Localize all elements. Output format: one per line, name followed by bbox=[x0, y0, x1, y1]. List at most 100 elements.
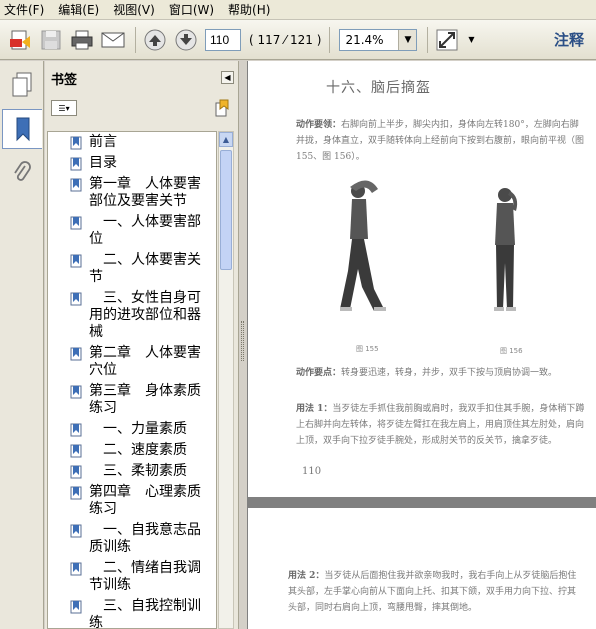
document-view[interactable]: 十六、脑后摘盔 动作要领：右脚向前上半步，脚尖内扣，身体向左转180°，左脚向右… bbox=[247, 61, 596, 629]
bookmark-label: 二、人体要害关节 bbox=[89, 252, 201, 285]
key-points-text: 转身要迅速，转身，并步，双手下按与顶肩协调一致。 bbox=[341, 368, 558, 378]
bookmarks-header: 书签 ◀ bbox=[45, 61, 238, 95]
usage-1-text: 当歹徒左手抓住我前胸或肩时，我双手扣住其手腕，身体稍下蹲上右脚并向左转体，将歹徒… bbox=[296, 404, 585, 446]
usage-2-label: 用法 2： bbox=[288, 571, 325, 581]
bookmark-item[interactable]: 三、自我控制训练 bbox=[48, 596, 216, 628]
bookmark-label: 二、速度素质 bbox=[89, 442, 187, 458]
bookmark-label: 一、自我意志品质训练 bbox=[89, 522, 201, 555]
bookmark-item[interactable]: 目录 bbox=[48, 153, 216, 174]
bookmark-item[interactable]: 三、女性自身可用的进攻部位和器械 bbox=[48, 288, 216, 343]
section-title: 十六、脑后摘盔 bbox=[326, 80, 431, 96]
print-button[interactable] bbox=[68, 26, 96, 54]
bookmark-icon bbox=[70, 136, 82, 150]
save-icon bbox=[41, 30, 61, 49]
bookmark-item[interactable]: 二、人体要害关节 bbox=[48, 250, 216, 288]
tab-pages[interactable] bbox=[2, 65, 42, 105]
bookmark-icon bbox=[70, 292, 82, 306]
previous-page-button[interactable] bbox=[141, 26, 169, 54]
scroll-up-icon[interactable]: ▲ bbox=[219, 132, 233, 147]
tab-attachments[interactable] bbox=[2, 153, 42, 193]
bookmark-icon bbox=[70, 216, 82, 230]
page-number: 110 bbox=[302, 466, 322, 477]
navigation-tab-strip bbox=[0, 61, 44, 629]
create-pdf-button[interactable] bbox=[6, 26, 34, 54]
figure-155-caption: 图 155 bbox=[356, 345, 379, 353]
toolbar: ( 117 ⁄ 121 ) 21.4% ▼ ▼ 注释 bbox=[0, 20, 596, 60]
collapse-panel-icon[interactable]: ◀ bbox=[221, 71, 234, 84]
bookmark-label: 一、力量素质 bbox=[89, 421, 187, 437]
bookmark-item[interactable]: 第三章 身体素质练习 bbox=[48, 381, 216, 419]
bookmark-item[interactable]: 二、速度素质 bbox=[48, 440, 216, 461]
bookmarks-panel: 书签 ◀ ☰▾ 前言目录 第一章 人体要害部位及要害关节 一、人体要害部位 二、人… bbox=[45, 61, 238, 629]
menu-edit[interactable]: 编辑(E) bbox=[58, 1, 99, 18]
next-page-button[interactable] bbox=[172, 26, 200, 54]
zoom-value: 21.4% bbox=[345, 32, 384, 47]
bookmark-item[interactable]: 第一章 人体要害部位及要害关节 bbox=[48, 174, 216, 212]
figure-156-caption: 图 156 bbox=[500, 347, 523, 355]
page-count: ( 117 ⁄ 121 ) bbox=[249, 32, 322, 47]
menu-window[interactable]: 窗口(W) bbox=[169, 1, 214, 18]
menu-view[interactable]: 视图(V) bbox=[113, 1, 155, 18]
arrow-down-circle-icon bbox=[175, 29, 197, 50]
bookmark-item[interactable]: 前言 bbox=[48, 132, 216, 153]
bookmark-icon bbox=[70, 486, 82, 500]
bookmark-label: 第四章 心理素质练习 bbox=[89, 484, 201, 517]
bookmark-item[interactable]: 第四章 心理素质练习 bbox=[48, 482, 216, 520]
bookmark-icon bbox=[70, 562, 82, 576]
bookmark-label: 前言 bbox=[89, 134, 117, 150]
pdf-page: 用法 2：当歹徒从后面抱住我并欲亲吻我时，我右手向上从歹徒脑后抱住其头部，左手掌… bbox=[248, 508, 596, 629]
bookmark-item[interactable]: 二、情绪自我调节训练 bbox=[48, 558, 216, 596]
tab-bookmarks[interactable] bbox=[2, 109, 42, 149]
page-number-input[interactable] bbox=[205, 28, 241, 51]
bookmark-icon bbox=[70, 524, 82, 538]
expand-bookmark-icon bbox=[215, 99, 229, 117]
email-button[interactable] bbox=[99, 26, 127, 54]
menu-help[interactable]: 帮助(H) bbox=[228, 1, 270, 18]
arrow-up-circle-icon bbox=[144, 29, 166, 50]
bookmark-label: 第三章 身体素质练习 bbox=[89, 383, 201, 416]
scroll-thumb[interactable] bbox=[220, 150, 232, 270]
bookmark-item[interactable]: 一、人体要害部位 bbox=[48, 212, 216, 250]
paragraph-usage-2: 用法 2：当歹徒从后面抱住我并欲亲吻我时，我右手向上从歹徒脑后抱住其头部，左手掌… bbox=[288, 568, 584, 616]
bookmark-label: 第二章 人体要害穴位 bbox=[89, 345, 201, 378]
bookmark-list[interactable]: 前言目录 第一章 人体要害部位及要害关节 一、人体要害部位 二、人体要害关节 三、… bbox=[47, 131, 217, 629]
toolbar-separator bbox=[135, 26, 136, 53]
expand-bookmark-button[interactable] bbox=[214, 99, 230, 120]
usage-2-text: 当歹徒从后面抱住我并欲亲吻我时，我右手向上从歹徒脑后抱住其头部，左手掌心向前从下… bbox=[288, 571, 577, 613]
annotate-button[interactable]: 注释 bbox=[554, 29, 584, 50]
bookmark-icon bbox=[70, 465, 82, 479]
bookmark-label: 一、人体要害部位 bbox=[89, 214, 201, 247]
panel-title: 书签 bbox=[51, 72, 78, 88]
bookmarks-toolbar: ☰▾ bbox=[45, 95, 238, 123]
bookmark-item[interactable]: 第二章 人体要害穴位 bbox=[48, 343, 216, 381]
figure-155-illustration bbox=[340, 180, 386, 311]
bookmark-item[interactable]: 三、柔韧素质 bbox=[48, 461, 216, 482]
zoom-select[interactable]: 21.4% ▼ bbox=[339, 28, 418, 51]
bookmark-ribbon-icon bbox=[16, 117, 29, 142]
paragraph-usage-1: 用法 1：当歹徒左手抓住我前胸或肩时，我双手扣住其手腕，身体稍下蹲上右脚并向左转… bbox=[296, 401, 586, 449]
create-pdf-icon bbox=[10, 30, 30, 49]
bookmark-item[interactable]: 一、自我意志品质训练 bbox=[48, 520, 216, 558]
usage-1-label: 用法 1： bbox=[296, 404, 333, 414]
bookmark-icon bbox=[70, 347, 82, 361]
chevron-down-icon[interactable]: ▼ bbox=[398, 29, 417, 50]
bookmark-item[interactable]: 一、力量素质 bbox=[48, 419, 216, 440]
bookmark-icon bbox=[70, 254, 82, 268]
toolbar-separator bbox=[329, 26, 331, 53]
fit-page-button[interactable] bbox=[433, 26, 461, 54]
chevron-down-icon: ▼ bbox=[468, 35, 475, 44]
bookmark-label: 三、柔韧素质 bbox=[89, 463, 187, 479]
bookmark-icon bbox=[70, 600, 82, 614]
panel-splitter[interactable] bbox=[238, 61, 246, 629]
paperclip-icon bbox=[14, 161, 31, 181]
bookmark-label: 三、女性自身可用的进攻部位和器械 bbox=[89, 290, 201, 340]
bookmark-label: 第一章 人体要害部位及要害关节 bbox=[89, 176, 201, 209]
toolbar-separator bbox=[427, 26, 429, 53]
toolbar-more-button[interactable]: ▼ bbox=[464, 26, 478, 54]
menu-bar: 文件(F) 编辑(E) 视图(V) 窗口(W) 帮助(H) bbox=[0, 0, 596, 20]
menu-file[interactable]: 文件(F) bbox=[4, 1, 44, 18]
bookmark-scrollbar[interactable]: ▲ bbox=[218, 131, 234, 629]
options-menu-button[interactable]: ☰▾ bbox=[51, 100, 77, 116]
figure-156-illustration bbox=[494, 188, 518, 311]
save-button[interactable] bbox=[37, 26, 65, 54]
